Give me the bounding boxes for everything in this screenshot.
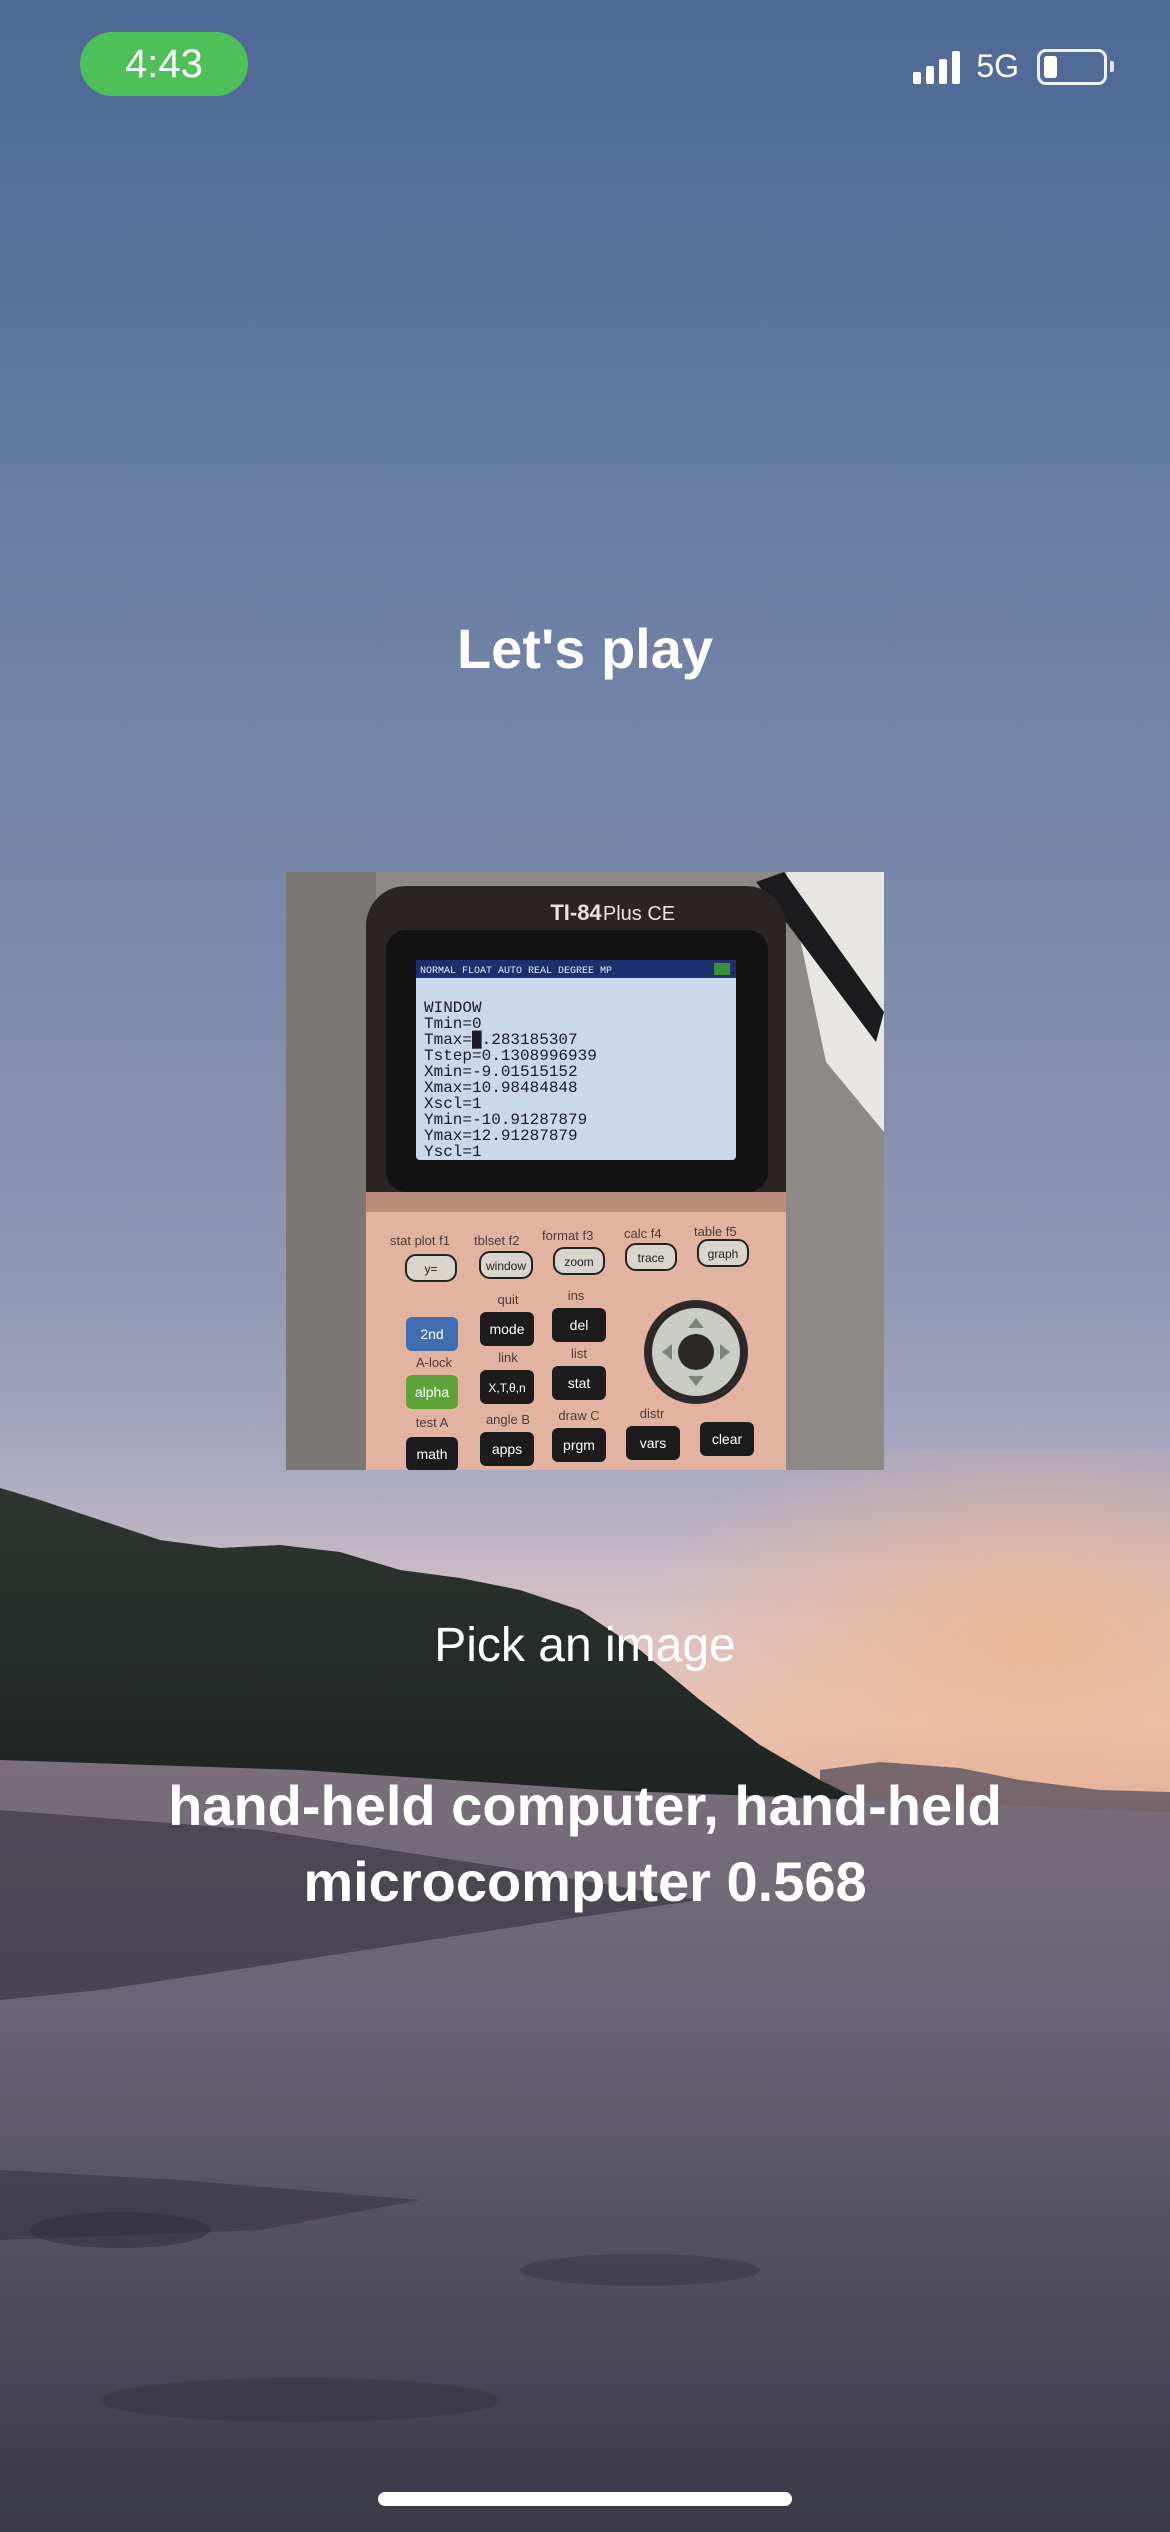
signal-icon xyxy=(913,50,961,84)
key-label: apps xyxy=(492,1441,522,1457)
key-above-label: distr xyxy=(640,1406,665,1421)
selected-image[interactable]: TI-84 Plus CE NORMAL FLOAT AUTO REAL DEG… xyxy=(286,872,884,1470)
key-above-label: A-lock xyxy=(416,1355,453,1370)
key-above-label: draw C xyxy=(558,1408,599,1423)
key-label: stat xyxy=(568,1375,591,1391)
prediction-label: hand-held computer, hand-held microcompu… xyxy=(168,1774,1002,1913)
calculator-brand: TI-84 xyxy=(550,900,602,925)
page-title: Let's play xyxy=(456,617,714,680)
key-label: zoom xyxy=(564,1255,593,1269)
key-above-label: list xyxy=(571,1346,587,1361)
key-label: del xyxy=(570,1317,589,1333)
key-above-label: link xyxy=(498,1350,518,1365)
key-label: y= xyxy=(424,1262,437,1276)
calculator-photo: TI-84 Plus CE NORMAL FLOAT AUTO REAL DEG… xyxy=(286,872,884,1470)
key-label: vars xyxy=(640,1435,666,1451)
calculator-model: Plus CE xyxy=(603,903,675,925)
screen-header: NORMAL FLOAT AUTO REAL DEGREE MP xyxy=(420,966,612,977)
key-above-label: ins xyxy=(568,1288,585,1303)
pick-image-button[interactable]: Pick an image xyxy=(0,1618,1170,1673)
f-label: calc f4 xyxy=(624,1226,662,1241)
f-label: stat plot f1 xyxy=(390,1233,450,1248)
key-label: alpha xyxy=(415,1384,449,1400)
status-indicators: 5G xyxy=(913,48,1114,85)
f-label: tblset f2 xyxy=(474,1233,520,1248)
screen-line: Yscl=1 xyxy=(424,1143,482,1161)
battery-tip xyxy=(1110,61,1114,72)
key-label: graph xyxy=(708,1247,739,1261)
dpad-icon xyxy=(644,1300,748,1404)
key-label: 2nd xyxy=(420,1326,443,1342)
app-screen: 4:43 5G Let's play TI-84 Plus CE NORMAL … xyxy=(0,0,1170,2532)
home-indicator[interactable] xyxy=(378,2492,792,2506)
key-label: trace xyxy=(638,1251,665,1265)
key-label: window xyxy=(485,1259,526,1273)
key-above-label: angle B xyxy=(486,1412,530,1427)
key-label: clear xyxy=(712,1431,743,1447)
status-time: 4:43 xyxy=(80,32,248,96)
key-above-label: quit xyxy=(498,1292,519,1307)
key-above-label: test A xyxy=(416,1415,449,1430)
f-label: table f5 xyxy=(694,1224,737,1239)
key-label: prgm xyxy=(563,1437,595,1453)
battery-icon xyxy=(1037,48,1107,85)
prediction-score: 0.568 xyxy=(726,1850,867,1913)
f-label: format f3 xyxy=(542,1228,593,1243)
network-label: 5G xyxy=(976,48,1019,84)
key-label: mode xyxy=(489,1321,524,1337)
prediction-result: hand-held computer, hand-held microcompu… xyxy=(60,1768,1110,1920)
key-label: math xyxy=(416,1446,447,1462)
key-label: X,T,θ,n xyxy=(488,1381,525,1395)
